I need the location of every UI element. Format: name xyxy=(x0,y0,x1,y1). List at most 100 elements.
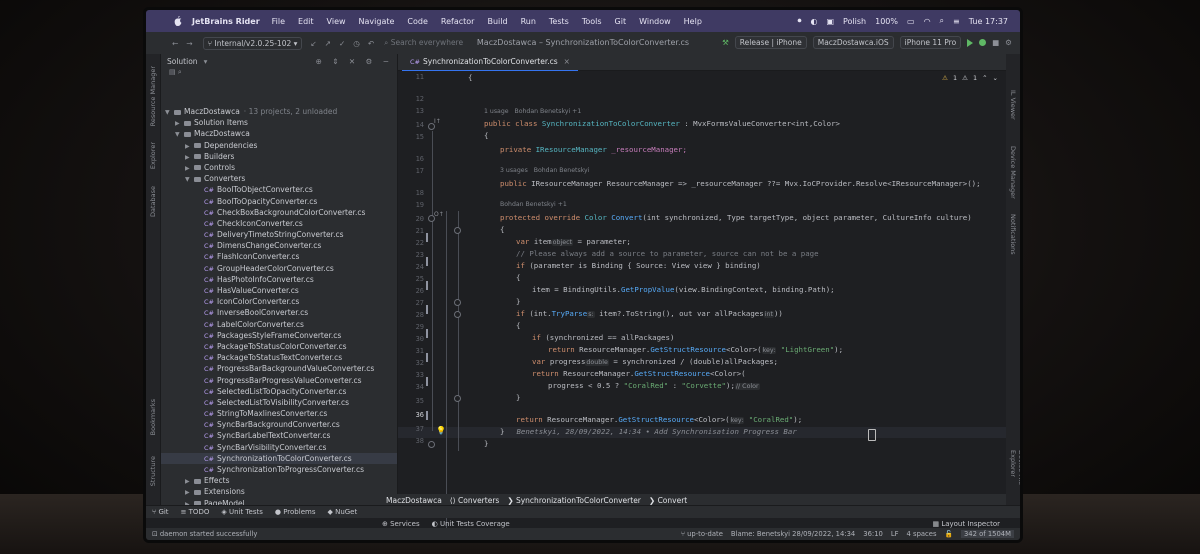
tree-file-item[interactable]: C#SynchronizationToColorConverter.cs xyxy=(161,453,397,464)
build-hammer-icon[interactable]: ⚒ xyxy=(722,38,729,47)
menu-file[interactable]: File xyxy=(272,17,285,26)
caret-position[interactable]: 36:10 xyxy=(863,530,883,538)
fold-marker[interactable] xyxy=(454,395,461,402)
clock[interactable]: Tue 17:37 xyxy=(969,17,1008,26)
chevron-down-icon[interactable]: ⌄ xyxy=(993,74,998,82)
stop-icon[interactable]: ■ xyxy=(992,38,999,47)
nuget-tab[interactable]: ◆ NuGet xyxy=(327,508,357,516)
control-center-icon[interactable]: ≡ xyxy=(953,17,960,26)
unit-tests-coverage-tab[interactable]: ◐ Unit Tests Coverage xyxy=(432,520,510,528)
tree-folder-item[interactable]: ▶Extensions xyxy=(161,486,397,497)
menu-code[interactable]: Code xyxy=(407,17,427,26)
battery-icon[interactable]: ▭ xyxy=(907,17,915,26)
tree-folder-item[interactable]: ▶Controls xyxy=(161,162,397,173)
todo-tab[interactable]: ≡ TODO xyxy=(181,508,210,516)
tree-file-item[interactable]: C#FlashIconConverter.cs xyxy=(161,251,397,262)
tree-file-item[interactable]: C#LabelColorConverter.cs xyxy=(161,319,397,330)
debug-icon[interactable] xyxy=(979,39,986,46)
notifications-tab[interactable]: Notifications xyxy=(1009,214,1017,255)
record-icon[interactable]: ⏺ xyxy=(797,16,801,26)
device-file-explorer-tab[interactable]: Device File Explorer xyxy=(1009,450,1020,506)
tree-file-item[interactable]: C#SyncBarBackgroundConverter.cs xyxy=(161,419,397,430)
menu-edit[interactable]: Edit xyxy=(298,17,314,26)
tree-folder-item[interactable]: ▼MaczDostawca· 13 projects, 2 unloaded xyxy=(161,106,397,117)
il-viewer-tab[interactable]: IL Viewer xyxy=(1009,90,1017,120)
tree-file-item[interactable]: C#HasPhotoInfoConverter.cs xyxy=(161,274,397,285)
apple-icon[interactable] xyxy=(172,16,184,26)
device-selector[interactable]: iPhone 11 Pro xyxy=(900,36,962,49)
app-name-menu[interactable]: JetBrains Rider xyxy=(192,17,260,26)
spotlight-icon[interactable]: ⌕ xyxy=(940,16,944,26)
structure-tab[interactable]: Structure xyxy=(149,456,157,486)
lock-icon[interactable]: 🔓 xyxy=(945,530,953,538)
services-tab[interactable]: ⊕ Services xyxy=(382,520,420,528)
tree-file-item[interactable]: C#ProgressBarProgressValueConverter.cs xyxy=(161,375,397,386)
menu-git[interactable]: Git xyxy=(615,17,627,26)
search-icon[interactable]: ⌕ xyxy=(178,68,182,76)
git-tab[interactable]: ⑂ Git xyxy=(152,508,169,516)
tree-folder-item[interactable]: ▶Solution Items xyxy=(161,117,397,128)
tree-file-item[interactable]: C#CheckBoxBackgroundColorConverter.cs xyxy=(161,207,397,218)
menu-tests[interactable]: Tests xyxy=(549,17,569,26)
file-icon[interactable]: ▤ xyxy=(169,68,176,76)
override-icon[interactable]: O↑ xyxy=(434,211,444,218)
chevron-up-icon[interactable]: ⌃ xyxy=(982,74,987,82)
run-icon[interactable] xyxy=(967,39,973,47)
tree-file-item[interactable]: C#GroupHeaderColorConverter.cs xyxy=(161,263,397,274)
code-vision-hint[interactable]: Bohdan Benetskyi +1 xyxy=(500,201,567,208)
fold-marker[interactable] xyxy=(454,227,461,234)
fold-marker[interactable] xyxy=(454,311,461,318)
tree-file-item[interactable]: C#ProgressBarBackgroundValueConverter.cs xyxy=(161,363,397,374)
fold-marker[interactable] xyxy=(428,215,435,222)
build-config-selector[interactable]: Release | iPhone xyxy=(735,36,807,49)
tree-file-item[interactable]: C#PackageToStatusTextConverter.cs xyxy=(161,352,397,363)
code-editor[interactable]: ⚠1 ⚠1 ⌃⌄ 💡 I↑ O↑ 11121314151617181920212… xyxy=(398,71,1006,494)
explorer-tab[interactable]: Explorer xyxy=(149,142,157,169)
tree-folder-item[interactable]: ▼Converters xyxy=(161,173,397,184)
line-ending[interactable]: LF xyxy=(891,530,899,538)
tree-file-item[interactable]: C#CheckIconConverter.cs xyxy=(161,218,397,229)
tree-file-item[interactable]: C#DeliveryTimetoStringConverter.cs xyxy=(161,229,397,240)
tree-file-item[interactable]: C#SyncBarVisibilityConverter.cs xyxy=(161,442,397,453)
blame-info[interactable]: Blame: Benetskyi 28/09/2022, 14:34 xyxy=(731,530,855,538)
resource-manager-tab[interactable]: Resource Manager xyxy=(149,66,157,126)
implements-icon[interactable]: I↑ xyxy=(434,118,441,125)
close-icon[interactable]: × xyxy=(564,57,570,66)
tree-file-item[interactable]: C#StringToMaxlinesConverter.cs xyxy=(161,408,397,419)
layout-inspector-tab[interactable]: ▦ Layout Inspector xyxy=(932,520,1000,528)
tree-file-item[interactable]: C#BoolToOpacityConverter.cs xyxy=(161,196,397,207)
tree-folder-item[interactable]: ▶Effects xyxy=(161,475,397,486)
fold-marker[interactable] xyxy=(428,123,435,130)
panel-header-icons[interactable]: ⊕ ⇕ ✕ ⚙ − xyxy=(316,57,397,66)
inspection-widget[interactable]: ⚠1 ⚠1 ⌃⌄ xyxy=(942,74,998,82)
menu-build[interactable]: Build xyxy=(487,17,507,26)
vcs-status[interactable]: ⑂ up-to-date xyxy=(681,530,723,538)
menu-view[interactable]: View xyxy=(327,17,346,26)
chevron-down-icon[interactable]: ▾ xyxy=(204,57,208,66)
tree-folder-item[interactable]: ▼MaczDostawca xyxy=(161,128,397,139)
focus-icon[interactable]: ◐ xyxy=(810,17,817,26)
tree-folder-item[interactable]: ▶Dependencies xyxy=(161,140,397,151)
tree-file-item[interactable]: C#SyncBarLabelTextConverter.cs xyxy=(161,430,397,441)
settings-icon[interactable]: ⚙ xyxy=(1005,38,1012,47)
tree-file-item[interactable]: C#DimensChangeConverter.cs xyxy=(161,240,397,251)
fold-marker[interactable] xyxy=(428,441,435,448)
tree-file-item[interactable]: C#InverseBoolConverter.cs xyxy=(161,307,397,318)
indent-setting[interactable]: 4 spaces xyxy=(907,530,937,538)
input-language[interactable]: Polish xyxy=(843,17,866,26)
problems-tab[interactable]: ● Problems xyxy=(275,508,316,516)
menu-window[interactable]: Window xyxy=(639,17,671,26)
tree-file-item[interactable]: C#PackagesStyleFrameConverter.cs xyxy=(161,330,397,341)
tree-file-item[interactable]: C#SelectedListToVisibilityConverter.cs xyxy=(161,397,397,408)
memory-indicator[interactable]: 342 of 1504M xyxy=(961,530,1014,538)
battery-percent[interactable]: 100% xyxy=(875,17,898,26)
tree-file-item[interactable]: C#BoolToObjectConverter.cs xyxy=(161,184,397,195)
menu-help[interactable]: Help xyxy=(684,17,702,26)
tree-folder-item[interactable]: ▶Builders xyxy=(161,151,397,162)
menu-refactor[interactable]: Refactor xyxy=(441,17,475,26)
project-selector[interactable]: MaczDostawca.iOS xyxy=(813,36,894,49)
menu-run[interactable]: Run xyxy=(521,17,536,26)
editor-tab[interactable]: C#SynchronizationToColorConverter.cs× xyxy=(402,54,578,72)
wifi-icon[interactable]: ◠ xyxy=(924,17,931,26)
breadcrumb-item-method[interactable]: ❯ Convert xyxy=(649,496,687,505)
